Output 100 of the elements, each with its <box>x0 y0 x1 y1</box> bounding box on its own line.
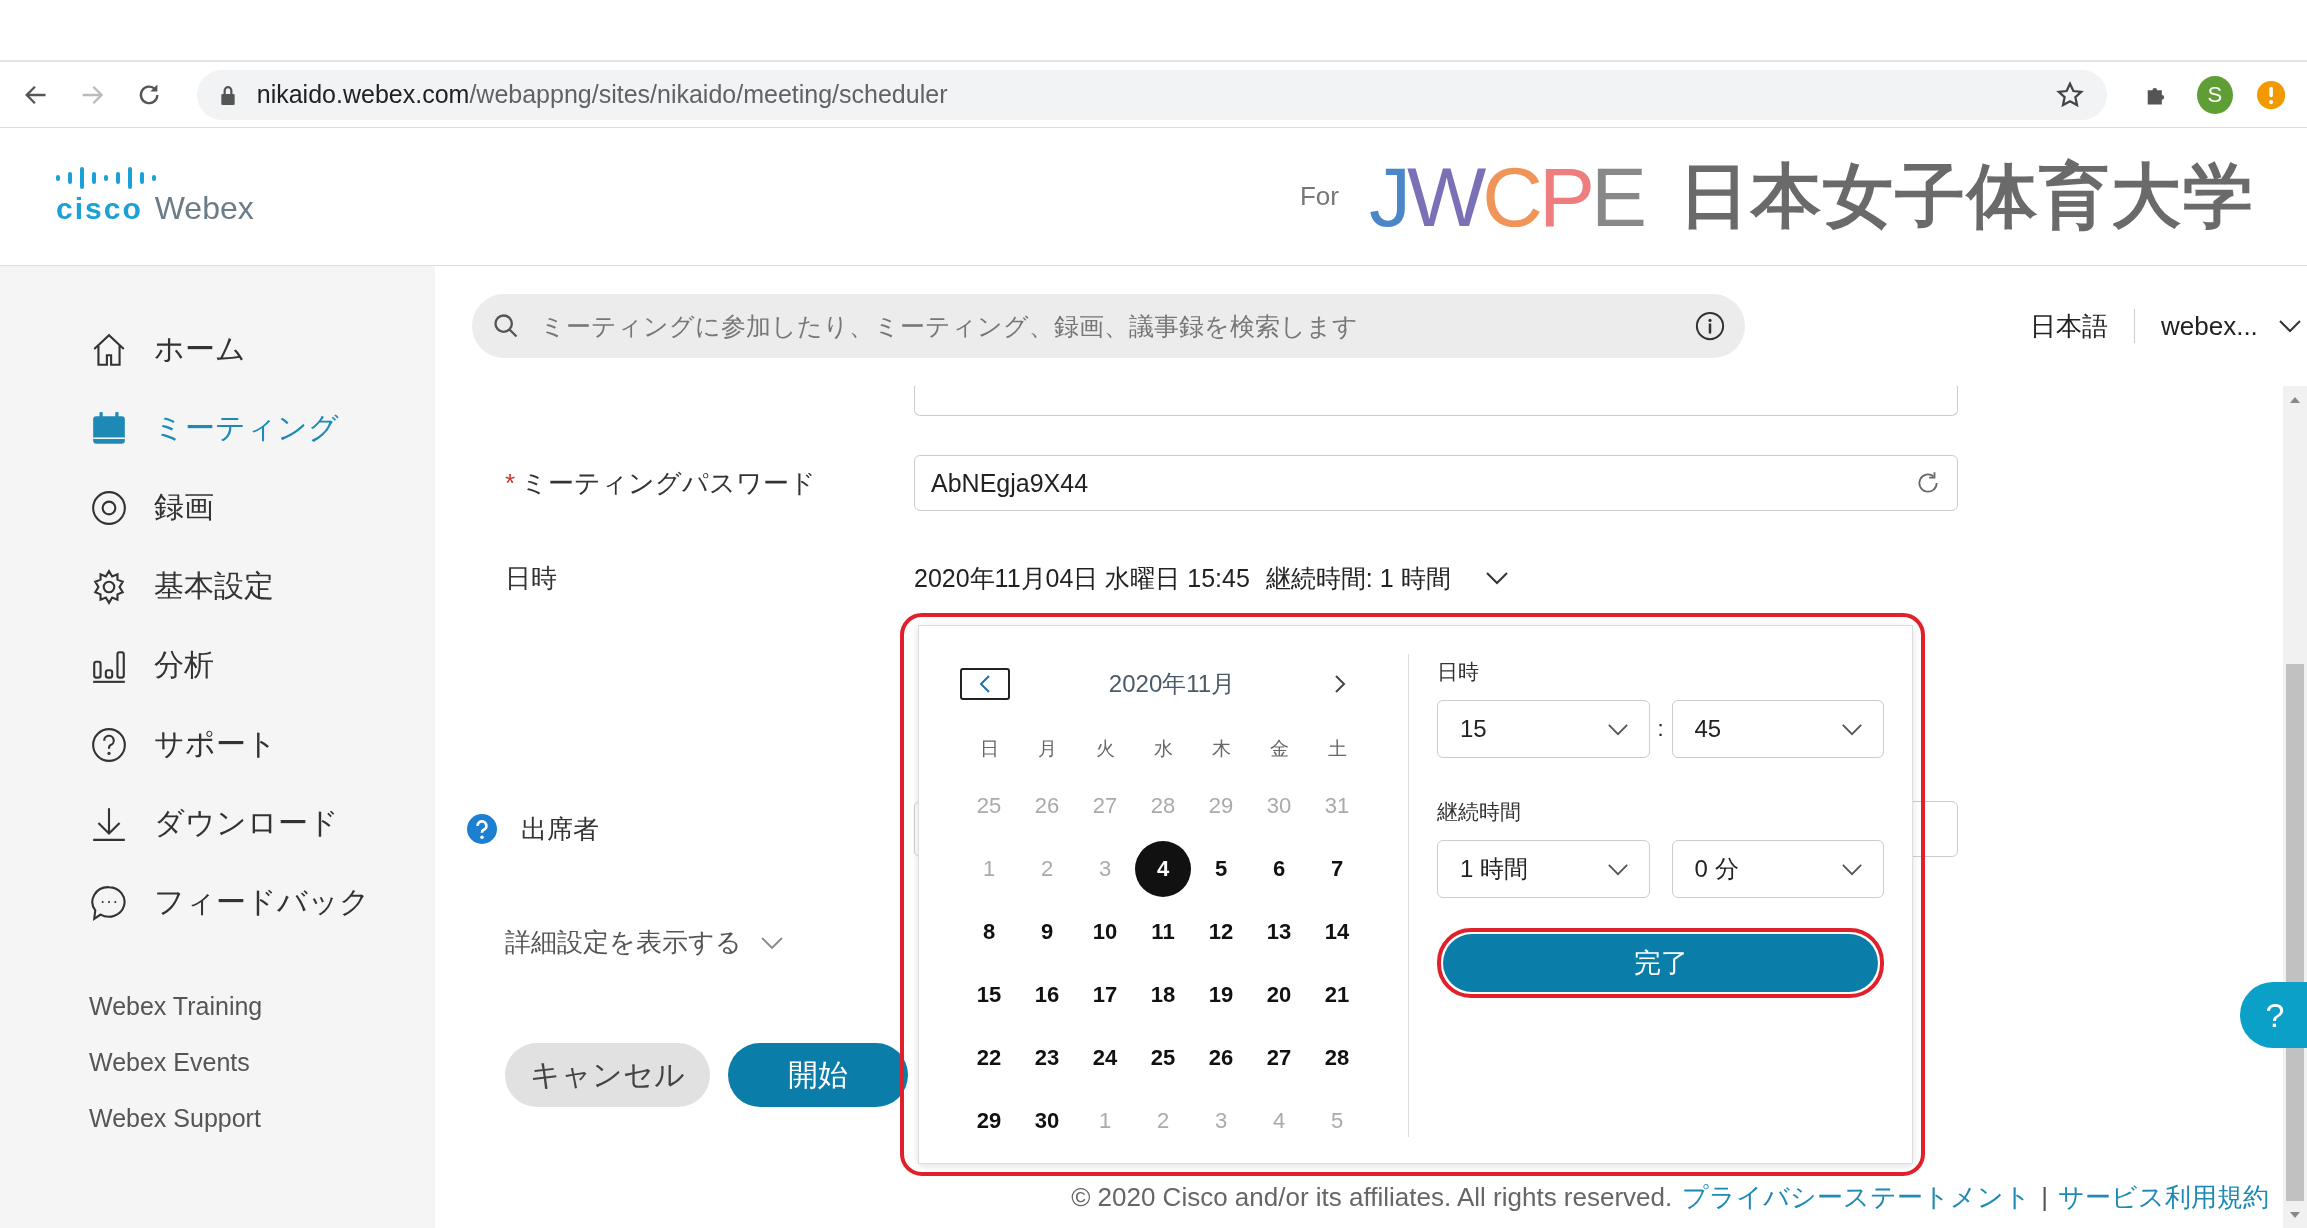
start-button[interactable]: 開始 <box>728 1043 908 1107</box>
language-selector[interactable]: 日本語 <box>2030 308 2108 344</box>
sidebar-item[interactable]: 分析 <box>0 626 435 705</box>
cancel-button[interactable]: キャンセル <box>505 1043 710 1107</box>
required-mark: * <box>505 467 516 498</box>
time-label: 日時 <box>1437 659 1479 685</box>
calendar-day[interactable]: 9 <box>1019 903 1075 960</box>
terms-link[interactable]: サービス利用規約 <box>2058 1180 2269 1215</box>
product-name: Webex <box>154 190 254 227</box>
cisco-wordmark: cisco <box>56 192 143 226</box>
calendar-day[interactable]: 28 <box>1309 1029 1365 1086</box>
weekday-label: 土 <box>1326 737 1348 761</box>
next-month-icon[interactable] <box>1334 674 1346 694</box>
info-icon[interactable] <box>1695 311 1725 341</box>
account-menu[interactable]: webex... <box>2161 310 2258 342</box>
text-field[interactable] <box>914 386 1958 416</box>
jwcpe-logo: JWCPE <box>1368 154 1643 239</box>
minutes-select[interactable]: 0 分 <box>1671 840 1884 898</box>
weekday-label: 日 <box>978 737 1000 761</box>
sidebar-item[interactable]: 録画 <box>0 468 435 547</box>
sidebar-link[interactable]: Webex Events <box>0 1034 250 1090</box>
weekday-label: 火 <box>1094 737 1116 761</box>
sidebar-item[interactable]: フィードバック <box>0 863 435 942</box>
previous-month-button[interactable] <box>960 668 1010 700</box>
university-name: 日本女子体育大学 <box>1679 155 2255 237</box>
record-icon <box>90 488 128 527</box>
advanced-settings-toggle[interactable]: 詳細設定を表示する <box>505 925 784 960</box>
sidebar-item[interactable]: 基本設定 <box>0 547 435 626</box>
duration-value[interactable]: 継続時間: 1 時間 <box>1265 561 1451 595</box>
field-label: ミーティングパスワード <box>521 467 817 498</box>
calendar-day[interactable]: 16 <box>1019 966 1075 1023</box>
search-input[interactable]: ミーティングに参加したり、ミーティング、録画、議事録を検索します <box>538 310 1695 342</box>
chevron-down-icon <box>1606 862 1629 876</box>
calendar-day[interactable]: 25 <box>1135 1029 1191 1086</box>
calendar-day[interactable]: 22 <box>961 1029 1017 1086</box>
minute-select[interactable]: 45 <box>1671 700 1884 758</box>
search-field[interactable]: ミーティングに参加したり、ミーティング、録画、議事録を検索します <box>472 294 1745 358</box>
chevron-down-icon <box>760 935 784 950</box>
done-button[interactable]: 完了 <box>1443 934 1878 992</box>
link-separator: | <box>2041 1182 2048 1213</box>
calendar-day[interactable]: 6 <box>1251 840 1307 897</box>
calendar-day[interactable]: 10 <box>1077 903 1133 960</box>
search-icon <box>492 312 520 340</box>
calendar-day[interactable]: 13 <box>1251 903 1307 960</box>
calendar-day[interactable]: 30 <box>1019 1092 1075 1149</box>
help-icon[interactable] <box>467 814 497 844</box>
sidebar-item[interactable]: ミーティング <box>0 389 435 468</box>
duration-label: 継続時間 <box>1437 799 1521 825</box>
calendar-day[interactable]: 8 <box>961 903 1017 960</box>
chevron-down-icon <box>1841 862 1863 876</box>
hours-select[interactable]: 1 時間 <box>1437 840 1650 898</box>
calendar-day[interactable]: 19 <box>1193 966 1249 1023</box>
sidebar-link[interactable]: Webex Support <box>0 1090 261 1146</box>
chevron-icon[interactable] <box>1484 571 1509 585</box>
calendar-day[interactable]: 7 <box>1309 840 1365 897</box>
time-separator: : <box>1656 716 1665 742</box>
lock-icon <box>218 84 237 105</box>
month-title: 2020年11月 <box>1107 669 1237 699</box>
chevron-left-icon <box>979 674 991 694</box>
calendar-day[interactable]: 17 <box>1077 966 1133 1023</box>
calendar-day[interactable]: 12 <box>1193 903 1249 960</box>
scroll-down-icon[interactable] <box>2289 1211 2301 1219</box>
copyright-text: © 2020 Cisco and/or its affiliates. All rights reserved. <box>1071 1182 1673 1213</box>
field-label: 出席者 <box>521 812 599 846</box>
calendar-day[interactable]: 20 <box>1251 966 1307 1023</box>
chat-bubble-icon <box>90 883 128 922</box>
calendar-day[interactable]: 11 <box>1135 903 1191 960</box>
calendar-day[interactable]: 26 <box>1193 1029 1249 1086</box>
calendar-day[interactable]: 24 <box>1077 1029 1133 1086</box>
sidebar-item[interactable]: ダウンロード <box>0 784 435 863</box>
calendar-day[interactable]: 23 <box>1019 1029 1075 1086</box>
sidebar-item[interactable]: ホーム <box>0 310 435 389</box>
scroll-up-icon[interactable] <box>2289 396 2301 404</box>
privacy-link[interactable]: プライバシーステートメント <box>1682 1180 2032 1215</box>
calendar-day[interactable]: 21 <box>1309 966 1365 1023</box>
calendar-day[interactable]: 27 <box>1251 1029 1307 1086</box>
weekday-label: 水 <box>1152 737 1174 761</box>
chevron-down-icon <box>1606 722 1629 736</box>
weekday-label: 木 <box>1210 737 1232 761</box>
sidebar-link[interactable]: Webex Training <box>0 978 263 1034</box>
star-icon[interactable] <box>2054 79 2085 110</box>
calendar-day[interactable]: 4 <box>1135 840 1191 897</box>
help-icon <box>90 725 128 764</box>
chevron-down-icon <box>1841 722 1863 736</box>
calendar-day[interactable]: 18 <box>1135 966 1191 1023</box>
field-label: 日時 <box>505 561 558 595</box>
password-field[interactable]: AbNEgja9X44 <box>914 455 1958 511</box>
for-label: For <box>1299 181 1339 212</box>
scrollbar[interactable] <box>2283 386 2307 1228</box>
date-time-value[interactable]: 2020年11月04日 水曜日 15:45 <box>914 561 1250 595</box>
chevron-down-icon[interactable] <box>2277 319 2302 333</box>
calendar-day[interactable]: 29 <box>961 1092 1017 1149</box>
calendar-day[interactable]: 5 <box>1193 840 1249 897</box>
calendar-day[interactable]: 14 <box>1309 903 1365 960</box>
weekday-label: 金 <box>1268 737 1290 761</box>
hour-select[interactable]: 15 <box>1437 700 1650 758</box>
sidebar-item[interactable]: サポート <box>0 705 435 784</box>
weekday-label: 月 <box>1036 737 1058 761</box>
calendar-day[interactable]: 15 <box>961 966 1017 1023</box>
address-bar[interactable]: nikaido.webex.com/webappng/sites/nikaido/meeting/scheduler <box>196 69 2107 120</box>
